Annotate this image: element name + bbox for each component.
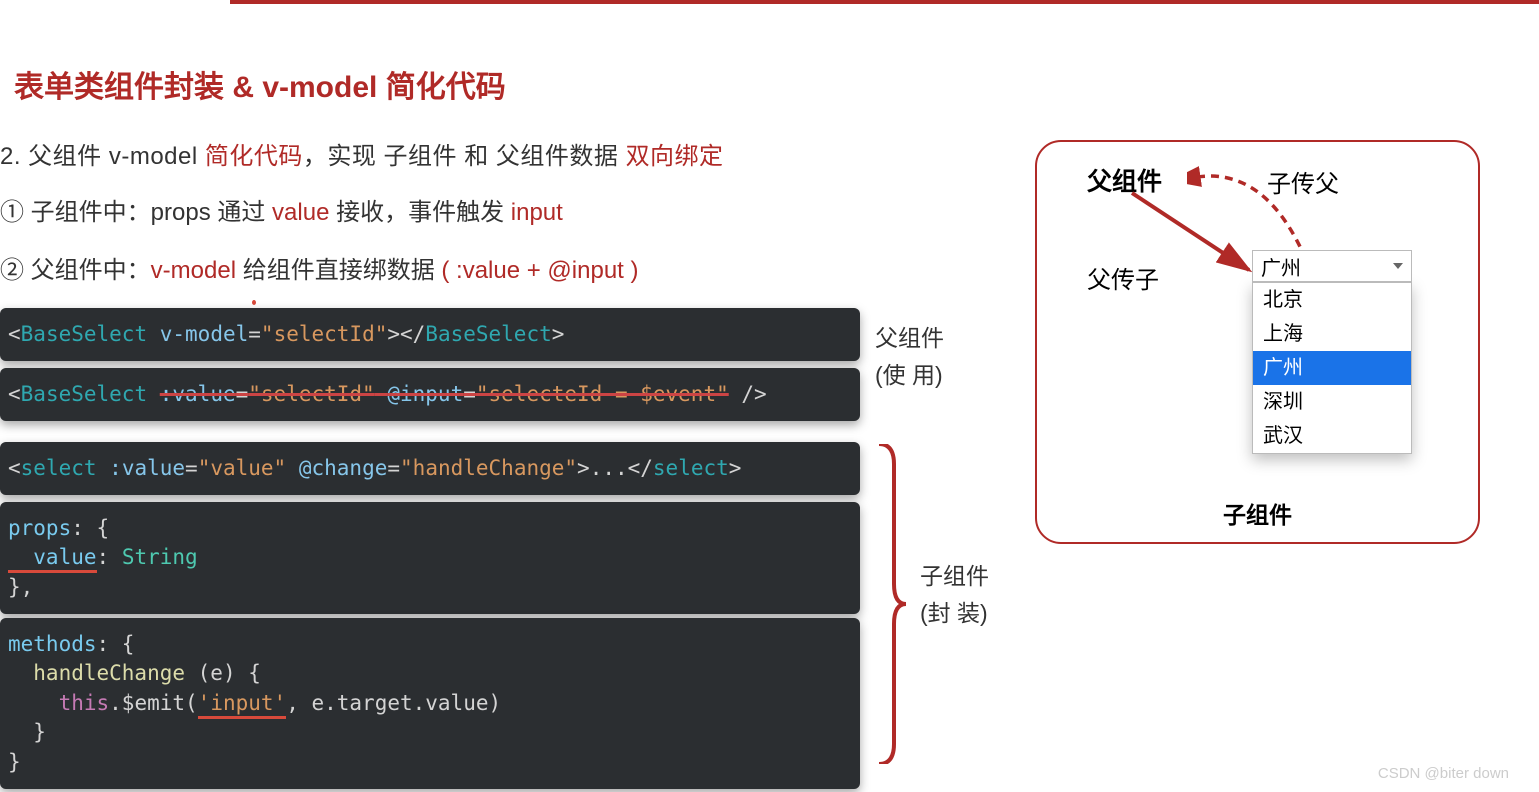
bullet-sub-2: ② 父组件中：v-model 给组件直接绑数据 ( :value + @inpu… [0,250,639,285]
select-option-selected[interactable]: 广州 [1253,351,1411,385]
component-diagram: 父组件 子传父 父传子 广州 北京 上海 广州 深圳 武汉 子组件 [1035,140,1480,544]
select-option[interactable]: 深圳 [1253,385,1411,419]
text: ② 父组件中： [0,257,151,284]
highlight: v-model [151,257,236,284]
page-title: 表单类组件封装 & v-model 简化代码 [14,62,506,106]
annotation-dot [252,300,256,305]
code-parent-expanded: <BaseSelect :value="selectId" @input="se… [0,368,860,421]
highlight: ( :value + @input ) [441,257,638,284]
text: ① 子组件中：props 通过 [0,199,272,226]
chevron-down-icon [1393,263,1403,269]
watermark: CSDN @biter down [1378,765,1509,782]
select-dropdown[interactable]: 广州 北京 上海 广州 深圳 武汉 [1252,250,1412,454]
code-child-select: <select :value="value" @change="handleCh… [0,442,860,495]
text: 接收，事件触发 [329,199,510,226]
bullet-sub-1: ① 子组件中：props 通过 value 接收，事件触发 input [0,192,563,227]
text: 给组件直接绑数据 [236,257,441,284]
select-option[interactable]: 上海 [1253,317,1411,351]
select-current[interactable]: 广州 [1252,250,1412,282]
child-label: 子组件 (封 装) [920,558,989,632]
highlight: 双向绑定 [626,143,724,170]
code-child-methods: methods: { handleChange (e) { this.$emit… [0,618,860,789]
bullet-2: 2. 父组件 v-model 简化代码，实现 子组件 和 父组件数据 双向绑定 [0,136,724,171]
highlight: 简化代码 [205,143,303,170]
highlight: input [511,199,563,226]
header-underline [230,0,1539,4]
highlight: value [272,199,329,226]
parent-label: 父组件 (使 用) [875,320,944,394]
select-value: 广州 [1261,252,1301,281]
text: ，实现 子组件 和 父组件数据 [303,143,626,170]
select-option[interactable]: 北京 [1253,283,1411,317]
select-option[interactable]: 武汉 [1253,419,1411,453]
code-parent-vmodel: <BaseSelect v-model="selectId"></BaseSel… [0,308,860,361]
code-child-props: props: { value: String }, [0,502,860,614]
bracket-icon [876,444,906,764]
text: 2. 父组件 v-model [0,143,205,170]
select-options[interactable]: 北京 上海 广州 深圳 武汉 [1252,282,1412,454]
diagram-child: 子组件 [1037,496,1478,530]
